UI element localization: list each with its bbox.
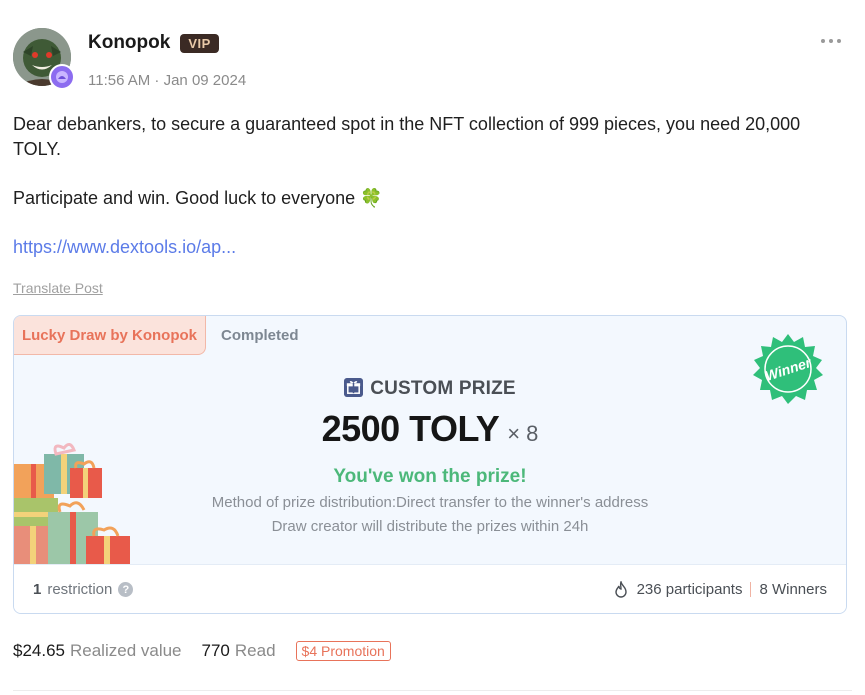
- restriction-count: 1: [33, 581, 42, 598]
- stats-divider: [750, 582, 752, 597]
- lucky-draw-card[interactable]: Lucky Draw by Konopok Completed Winner C…: [13, 315, 847, 614]
- post-paragraph: Dear debankers, to secure a guaranteed s…: [13, 114, 801, 159]
- read-stat: 770 Read: [202, 641, 276, 661]
- prize-amount-row: 2500 TOLY × 8: [14, 408, 846, 450]
- clover-emoji-icon: 🍀: [360, 188, 383, 208]
- gift-icon: [344, 378, 364, 397]
- translate-post-link[interactable]: Translate Post: [13, 280, 103, 296]
- post-divider: [13, 690, 852, 691]
- prize-type-label: CUSTOM PRIZE: [370, 378, 516, 399]
- prize-multiplier: × 8: [507, 421, 539, 446]
- lucky-draw-tab: Lucky Draw by Konopok: [14, 316, 206, 355]
- post-card: Konopok VIP 11:56 AM · Jan 09 2024 Dear …: [0, 0, 865, 695]
- draw-stats: 236 participants 8 Winners: [613, 581, 827, 598]
- read-label: Read: [234, 641, 276, 660]
- help-icon[interactable]: ?: [118, 582, 134, 597]
- author-name[interactable]: Konopok: [88, 32, 170, 54]
- participants-count[interactable]: 236 participants: [637, 581, 743, 598]
- winners-count[interactable]: 8 Winners: [759, 581, 827, 598]
- avatar[interactable]: [13, 28, 75, 90]
- draw-status: Completed: [221, 327, 299, 344]
- prize-type: CUSTOM PRIZE: [14, 378, 846, 400]
- draw-result: You've won the prize!: [333, 466, 527, 487]
- flame-icon: [614, 581, 627, 598]
- read-count: 770: [201, 641, 230, 660]
- realized-value-label: Realized value: [70, 641, 182, 660]
- post-link[interactable]: https://www.dextools.io/ap...: [13, 237, 236, 257]
- post-stats-bar: $24.65 Realized value 770 Read $4 Promot…: [13, 641, 391, 661]
- draw-footer: 1 restriction ? 236 participants 8 Winne…: [14, 564, 846, 613]
- post-paragraph: Participate and win. Good luck to everyo…: [13, 186, 823, 211]
- post-body: Dear debankers, to secure a guaranteed s…: [13, 112, 823, 284]
- promotion-badge[interactable]: $4 Promotion: [295, 641, 391, 661]
- realized-value: $24.65: [13, 641, 65, 660]
- member-badge-icon: [49, 64, 75, 90]
- distribution-method: Method of prize distribution:Direct tran…: [211, 494, 649, 511]
- author-row: Konopok VIP: [88, 32, 219, 54]
- restriction-label: restriction: [47, 581, 113, 598]
- realized-value-stat: $24.65 Realized value: [13, 641, 182, 661]
- restriction-info[interactable]: 1 restriction ?: [33, 581, 134, 598]
- creator-note: Draw creator will distribute the prizes …: [271, 518, 589, 535]
- post-paragraph-text: Participate and win. Good luck to everyo…: [13, 188, 361, 208]
- gift-boxes-illustration: [14, 443, 130, 564]
- prize-amount: 2500 TOLY: [321, 408, 500, 449]
- more-options-icon[interactable]: [821, 34, 841, 48]
- vip-badge: VIP: [180, 33, 219, 53]
- post-timestamp: 11:56 AM · Jan 09 2024: [88, 72, 247, 89]
